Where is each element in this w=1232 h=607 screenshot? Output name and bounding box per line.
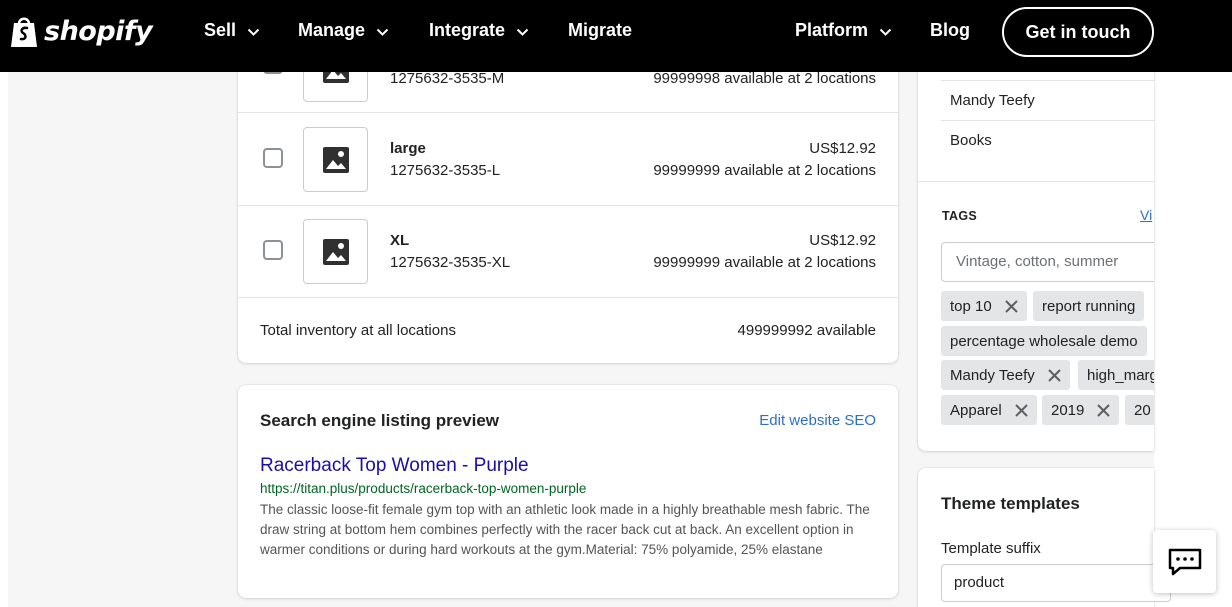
tag-chip[interactable]: report running [1033, 291, 1145, 321]
edit-seo-link[interactable]: Edit website SEO [759, 412, 876, 429]
nav-migrate-label: Migrate [568, 20, 633, 40]
seo-heading: Search engine listing preview [260, 411, 500, 430]
chat-icon [1168, 548, 1201, 575]
tag-label: Apparel [950, 401, 1002, 419]
close-icon[interactable] [1048, 368, 1061, 382]
tag-label: Mandy Teefy [950, 366, 1035, 384]
tag-chip[interactable]: Mandy Teefy [941, 360, 1070, 390]
vendor-value[interactable]: Mandy Teefy [950, 92, 1035, 109]
variant-availability: 99999998 available at 2 locations [653, 70, 876, 87]
close-icon[interactable] [1005, 299, 1018, 313]
chat-button[interactable] [1153, 530, 1216, 593]
nav-manage[interactable]: Manage [298, 20, 389, 41]
field-divider [941, 80, 1154, 81]
nav-integrate-label: Integrate [429, 20, 506, 40]
tag-label: report running [1042, 297, 1136, 315]
view-all-tags-link[interactable]: Vi [1140, 207, 1152, 223]
seo-page-title: Racerback Top Women - Purple [260, 455, 529, 476]
variant-availability: 99999999 available at 2 locations [653, 162, 876, 179]
tag-chip[interactable]: Apparel [941, 395, 1037, 425]
top-navigation: shopify Sell Manage Integrate Migrate Pl… [0, 0, 1232, 72]
tag-chip[interactable]: percentage wholesale demo [941, 326, 1147, 356]
variant-row[interactable]: large 1275632-3535-L US$12.92 99999999 a… [238, 113, 898, 206]
nav-manage-label: Manage [298, 20, 366, 40]
variant-row[interactable]: XL 1275632-3535-XL US$12.92 99999999 ava… [238, 206, 898, 298]
variant-sku: 1275632-3535-L [390, 162, 501, 179]
tag-label: 2019 [1051, 401, 1085, 419]
seo-url: https://titan.plus/products/racerback-to… [260, 481, 587, 496]
tag-label: top 10 [950, 297, 992, 315]
nav-sell[interactable]: Sell [204, 20, 260, 41]
variant-availability: 99999999 available at 2 locations [653, 254, 876, 271]
nav-migrate[interactable]: Migrate [568, 20, 632, 41]
template-suffix-select[interactable]: product [941, 564, 1171, 602]
variant-sku: 1275632-3535-XL [390, 254, 511, 271]
variant-price: US$12.92 [809, 232, 876, 249]
nav-sell-label: Sell [204, 20, 237, 40]
get-in-touch-button[interactable]: Get in touch [1002, 7, 1154, 57]
tag-chip[interactable]: 2019 [1042, 395, 1120, 425]
theme-heading: Theme templates [941, 494, 1080, 513]
tags-heading: TAGS [942, 209, 977, 223]
collection-value[interactable]: Books [950, 132, 992, 149]
image-placeholder-icon [322, 146, 349, 173]
tag-label: high_marg [1087, 366, 1154, 384]
tags-input[interactable]: Vintage, cotton, summer [941, 242, 1154, 282]
total-inventory-value: 499999992 available [737, 322, 876, 339]
template-suffix-label: Template suffix [941, 540, 1041, 557]
chevron-down-icon [376, 28, 389, 36]
field-divider [941, 120, 1154, 121]
shopify-bag-icon [11, 17, 37, 47]
chevron-down-icon [247, 28, 260, 36]
total-inventory-label: Total inventory at all locations [260, 322, 456, 339]
tag-chip[interactable]: 20 [1125, 395, 1154, 425]
variant-name: large [390, 140, 426, 157]
close-icon[interactable] [1014, 403, 1028, 417]
nav-platform-label: Platform [795, 20, 869, 40]
nav-blog[interactable]: Blog [930, 20, 970, 41]
close-icon[interactable] [1097, 403, 1111, 417]
seo-preview-card: Search engine listing preview Edit websi… [238, 385, 898, 598]
nav-platform[interactable]: Platform [795, 20, 892, 41]
variant-price: US$12.92 [809, 140, 876, 157]
tag-chip[interactable]: high_marg [1078, 360, 1154, 390]
brand-name: shopify [44, 15, 153, 47]
organization-card: Mandy Teefy Books TAGS Vi Vintage, cotto… [918, 50, 1154, 451]
tag-chip[interactable]: top 10 [941, 291, 1027, 321]
variant-checkbox[interactable] [263, 148, 283, 168]
theme-templates-card: Theme templates Template suffix product [918, 468, 1171, 607]
variant-name: XL [390, 232, 410, 249]
image-placeholder-icon [322, 238, 349, 265]
shopify-logo[interactable]: shopify [8, 13, 153, 49]
nav-integrate[interactable]: Integrate [429, 20, 529, 41]
variant-sku: 1275632-3535-M [390, 70, 505, 87]
tag-label: percentage wholesale demo [950, 332, 1138, 350]
section-divider [918, 181, 1154, 182]
tag-label: 20 [1134, 401, 1151, 419]
variants-card: 1275632-3535-M 99999998 available at 2 l… [238, 50, 898, 363]
chevron-down-icon [516, 28, 529, 36]
variant-image[interactable] [303, 127, 368, 192]
variant-checkbox[interactable] [263, 240, 283, 260]
seo-description: The classic loose-fit female gym top wit… [260, 502, 870, 557]
variant-image[interactable] [303, 219, 368, 284]
nav-blog-label: Blog [930, 20, 970, 40]
chevron-down-icon [879, 28, 892, 36]
